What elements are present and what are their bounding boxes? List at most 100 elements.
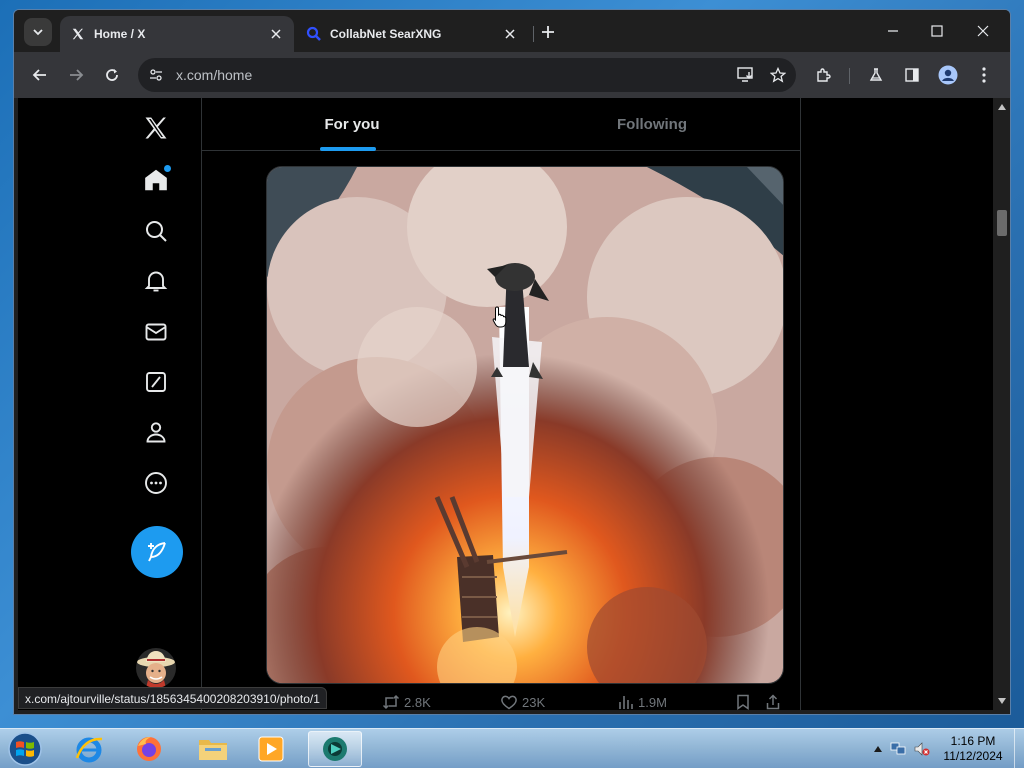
show-hidden-icons-button[interactable] bbox=[870, 741, 886, 757]
volume-tray-icon[interactable] bbox=[914, 741, 930, 757]
rocket-launch-photo bbox=[267, 167, 783, 683]
triangle-down-icon bbox=[998, 698, 1006, 704]
minimize-icon bbox=[888, 30, 898, 32]
post-button[interactable] bbox=[131, 526, 183, 578]
heart-icon bbox=[501, 695, 517, 710]
link-status-bar: x.com/ajtourville/status/185634540020820… bbox=[18, 687, 327, 709]
address-bar[interactable]: x.com/home bbox=[138, 58, 796, 92]
messages-icon bbox=[145, 323, 167, 341]
feather-icon bbox=[148, 542, 166, 562]
page-scrollbar[interactable] bbox=[993, 98, 1010, 710]
profile-button[interactable] bbox=[934, 61, 962, 89]
taskbar-chrome[interactable] bbox=[308, 731, 362, 767]
taskbar-firefox[interactable] bbox=[122, 731, 176, 767]
start-button[interactable] bbox=[4, 730, 46, 768]
tab-close-icon[interactable] bbox=[268, 26, 284, 42]
reload-icon bbox=[106, 69, 118, 81]
nav-messages[interactable] bbox=[138, 314, 174, 350]
bookmark-button[interactable] bbox=[736, 694, 750, 710]
close-icon bbox=[977, 25, 989, 37]
page-viewport: For you Following 2.8K 23K 1.9M x.com/aj… bbox=[18, 98, 993, 710]
nav-profile[interactable] bbox=[138, 414, 174, 450]
tab-separator bbox=[533, 26, 534, 42]
nav-more[interactable] bbox=[138, 465, 174, 501]
extensions-button[interactable] bbox=[809, 61, 837, 89]
url-text: x.com/home bbox=[176, 67, 253, 83]
toolbar-separator bbox=[849, 68, 850, 84]
like-button[interactable]: 23K bbox=[500, 694, 545, 710]
show-desktop-button[interactable] bbox=[1014, 729, 1024, 768]
back-button[interactable] bbox=[26, 61, 54, 89]
arrow-left-icon bbox=[32, 69, 46, 81]
tab-following[interactable]: Following bbox=[502, 98, 802, 151]
taskbar-clock[interactable]: 1:16 PM 11/12/2024 bbox=[938, 734, 1008, 764]
labs-button[interactable] bbox=[862, 61, 890, 89]
tab-for-you[interactable]: For you bbox=[202, 98, 502, 151]
nav-grok[interactable] bbox=[138, 364, 174, 400]
puzzle-icon bbox=[817, 68, 831, 82]
account-avatar[interactable] bbox=[136, 648, 176, 688]
like-count: 23K bbox=[522, 694, 546, 710]
kebab-menu-icon bbox=[982, 67, 986, 83]
taskbar-media-player[interactable] bbox=[244, 731, 298, 767]
tab-close-icon[interactable] bbox=[502, 26, 518, 42]
close-window-button[interactable] bbox=[968, 18, 998, 44]
bookmark-star-button[interactable] bbox=[764, 61, 792, 89]
side-panel-icon bbox=[905, 68, 919, 82]
browser-menu-button[interactable] bbox=[970, 61, 998, 89]
nav-home[interactable] bbox=[138, 162, 174, 198]
tab-search-button[interactable] bbox=[24, 18, 52, 46]
reload-button[interactable] bbox=[98, 61, 126, 89]
grok-icon bbox=[146, 372, 166, 392]
tab-strip: Home / X CollabNet SearXNG bbox=[14, 10, 1010, 52]
notification-dot bbox=[164, 165, 171, 172]
tab-label: For you bbox=[324, 116, 380, 133]
retweet-count: 2.8K bbox=[404, 694, 431, 710]
maximize-button[interactable] bbox=[922, 18, 952, 44]
network-icon bbox=[890, 742, 906, 755]
hand-cursor-icon bbox=[492, 306, 507, 328]
bookmark-icon bbox=[737, 694, 749, 710]
taskbar-internet-explorer[interactable] bbox=[62, 731, 116, 767]
avatar-cowboy-icon bbox=[136, 648, 176, 688]
share-icon bbox=[766, 694, 780, 710]
browser-toolbar: x.com/home bbox=[14, 52, 1010, 98]
tweet-actions: 2.8K 23K 1.9M bbox=[266, 694, 784, 710]
feed-tabs: For you Following bbox=[202, 98, 800, 151]
arrow-right-icon bbox=[70, 69, 84, 81]
minimize-button[interactable] bbox=[878, 18, 908, 44]
x-logo-link[interactable] bbox=[138, 110, 174, 146]
windows-taskbar: 1:16 PM 11/12/2024 bbox=[0, 728, 1024, 768]
side-panel-button[interactable] bbox=[898, 61, 926, 89]
tab-title: Home / X bbox=[94, 27, 146, 41]
clock-date: 11/12/2024 bbox=[943, 749, 1003, 763]
retweet-icon bbox=[382, 694, 400, 710]
tab-label: Following bbox=[617, 116, 687, 133]
windows-logo-icon bbox=[8, 732, 42, 766]
profile-avatar-icon bbox=[938, 65, 958, 85]
new-tab-button[interactable] bbox=[538, 22, 558, 42]
retweet-button[interactable]: 2.8K bbox=[382, 694, 431, 710]
star-icon bbox=[770, 67, 786, 83]
tab-searxng[interactable]: CollabNet SearXNG bbox=[296, 16, 528, 52]
timeline-column: For you Following 2.8K 23K 1.9M bbox=[201, 98, 801, 710]
scroll-down-arrow[interactable] bbox=[997, 696, 1007, 706]
forward-button[interactable] bbox=[62, 61, 90, 89]
views-count: 1.9M bbox=[638, 694, 667, 710]
tweet-photo[interactable] bbox=[266, 166, 784, 684]
nav-explore[interactable] bbox=[138, 213, 174, 249]
volume-muted-icon bbox=[914, 742, 930, 756]
scroll-up-arrow[interactable] bbox=[997, 102, 1007, 112]
scroll-thumb[interactable] bbox=[997, 210, 1007, 236]
install-app-button[interactable] bbox=[732, 61, 760, 89]
site-info-icon[interactable] bbox=[142, 61, 170, 89]
network-tray-icon[interactable] bbox=[890, 741, 906, 757]
share-button[interactable] bbox=[766, 694, 780, 710]
file-explorer-icon bbox=[199, 740, 227, 760]
triangle-up-icon bbox=[874, 746, 882, 752]
internet-explorer-icon bbox=[75, 737, 103, 763]
tab-home-x[interactable]: Home / X bbox=[60, 16, 294, 52]
nav-notifications[interactable] bbox=[138, 263, 174, 299]
views-button[interactable]: 1.9M bbox=[618, 694, 667, 710]
taskbar-file-explorer[interactable] bbox=[186, 731, 240, 767]
